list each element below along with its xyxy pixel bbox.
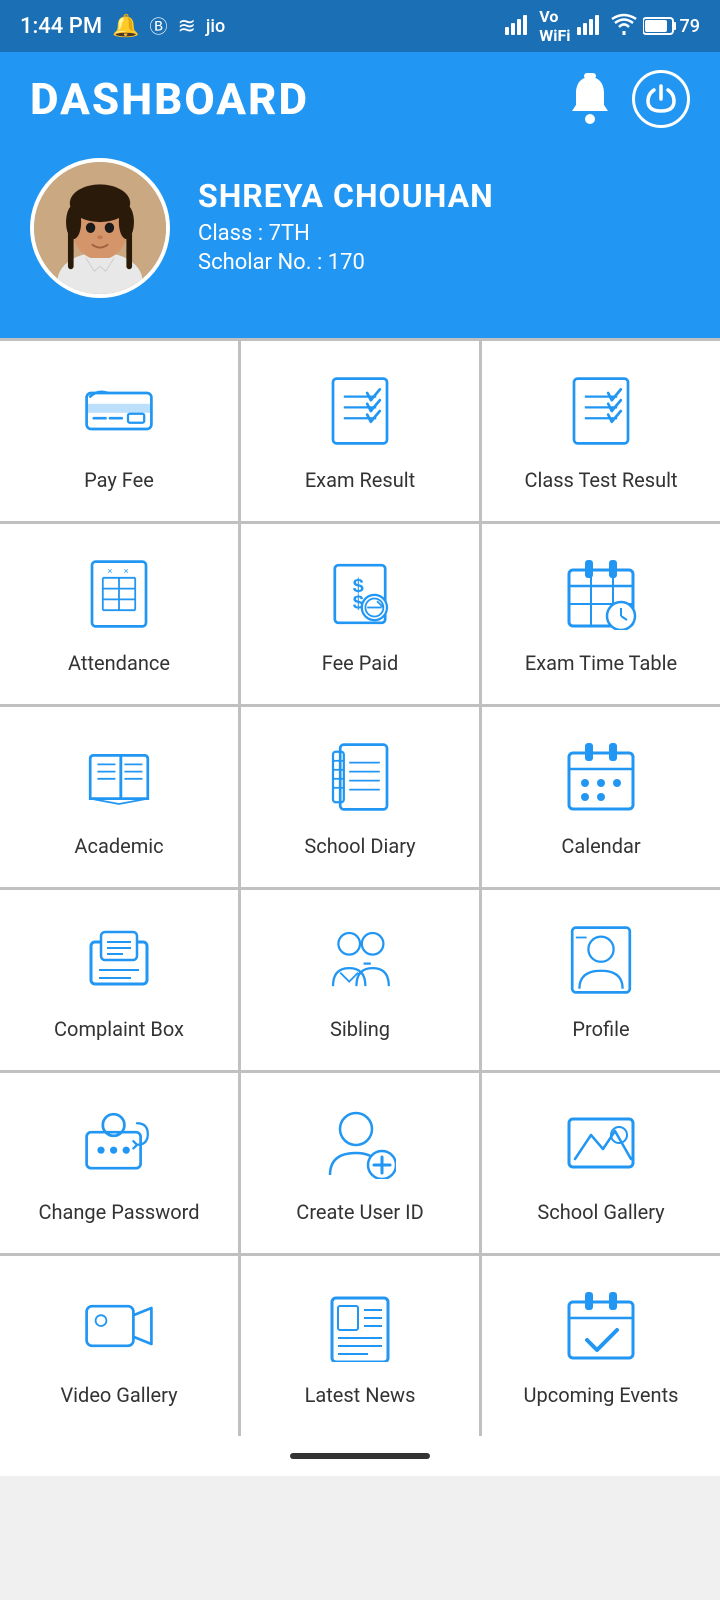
attendance-icon: × ×: [83, 558, 155, 634]
exam-result-label: Exam Result: [305, 467, 415, 493]
academic-label: Academic: [74, 833, 163, 859]
complaint-box-label: Complaint Box: [54, 1016, 184, 1042]
grid-item-exam-result[interactable]: Exam Result: [241, 341, 479, 521]
jio-icon: jio: [206, 16, 225, 37]
notification-bell-button[interactable]: [564, 73, 616, 125]
profile-scholar: Scholar No. : 170: [198, 250, 494, 275]
profile-class: Class : 7TH: [198, 221, 494, 246]
power-button[interactable]: [632, 70, 690, 128]
grid-item-academic[interactable]: Academic: [0, 707, 238, 887]
grid-item-complaint-box[interactable]: Complaint Box: [0, 890, 238, 1070]
svg-text:×: ×: [124, 566, 129, 576]
wifi-icon-2: ≋: [177, 14, 195, 39]
avatar-image: [34, 162, 166, 294]
alarm-icon: 🔔: [112, 14, 139, 39]
grid-item-calendar[interactable]: Calendar: [482, 707, 720, 887]
sibling-icon: [324, 924, 396, 1000]
change-password-icon: [83, 1107, 155, 1183]
status-right: VoWiFi 79: [505, 7, 700, 45]
bottom-bar: [0, 1436, 720, 1476]
status-left: 1:44 PM 🔔 Ⓑ ≋ jio: [20, 13, 225, 39]
grid-item-school-diary[interactable]: School Diary: [241, 707, 479, 887]
grid-item-profile[interactable]: Profile: [482, 890, 720, 1070]
sibling-label: Sibling: [330, 1016, 390, 1042]
pay-fee-label: Pay Fee: [84, 467, 154, 493]
dashboard-title: DASHBOARD: [30, 73, 309, 125]
fee-paid-label: Fee Paid: [322, 650, 399, 676]
calendar-label: Calendar: [561, 833, 640, 859]
battery-icon: 79: [643, 16, 700, 37]
calendar-icon: [565, 741, 637, 817]
class-test-result-label: Class Test Result: [524, 467, 677, 493]
video-gallery-label: Video Gallery: [60, 1382, 177, 1408]
grid-item-attendance[interactable]: × × Attendance: [0, 524, 238, 704]
time-display: 1:44 PM: [20, 14, 102, 39]
grid-item-video-gallery[interactable]: Video Gallery: [0, 1256, 238, 1436]
header: DASHBOARD: [0, 52, 720, 338]
profile-section: SHREYA CHOUHAN Class : 7TH Scholar No. :…: [30, 148, 690, 308]
home-indicator: [290, 1453, 430, 1459]
exam-time-table-label: Exam Time Table: [525, 650, 677, 676]
video-gallery-icon: [83, 1290, 155, 1366]
header-top: DASHBOARD: [30, 70, 690, 128]
pay-fee-icon: [83, 375, 155, 451]
school-gallery-label: School Gallery: [537, 1199, 664, 1225]
profile-name: SHREYA CHOUHAN: [198, 177, 494, 215]
latest-news-label: Latest News: [305, 1382, 416, 1408]
grid-item-latest-news[interactable]: Latest News: [241, 1256, 479, 1436]
school-gallery-icon: [565, 1107, 637, 1183]
school-diary-label: School Diary: [304, 833, 415, 859]
exam-result-icon: [324, 375, 396, 451]
wifi-icon: [611, 13, 637, 40]
upcoming-events-icon: [565, 1290, 637, 1366]
grid-item-pay-fee[interactable]: Pay Fee: [0, 341, 238, 521]
avatar: [30, 158, 170, 298]
signal-icon: [505, 13, 533, 40]
b-icon: Ⓑ: [149, 13, 167, 39]
profile-icon: [565, 924, 637, 1000]
attendance-label: Attendance: [68, 650, 170, 676]
grid-item-class-test-result[interactable]: Class Test Result: [482, 341, 720, 521]
upcoming-events-label: Upcoming Events: [524, 1382, 679, 1408]
fee-paid-icon: $ $: [324, 558, 396, 634]
dashboard-grid: Pay Fee Exam Result Class Test Result: [0, 338, 720, 1436]
create-user-id-label: Create User ID: [296, 1199, 423, 1225]
svg-text:×: ×: [107, 566, 112, 576]
status-bar: 1:44 PM 🔔 Ⓑ ≋ jio VoWiFi: [0, 0, 720, 52]
latest-news-icon: [324, 1290, 396, 1366]
grid-item-exam-time-table[interactable]: Exam Time Table: [482, 524, 720, 704]
grid-item-upcoming-events[interactable]: Upcoming Events: [482, 1256, 720, 1436]
complaint-box-icon: [83, 924, 155, 1000]
vowifi-icon: VoWiFi: [539, 7, 570, 45]
grid-item-school-gallery[interactable]: School Gallery: [482, 1073, 720, 1253]
signal-icon-2: [577, 13, 605, 40]
create-user-id-icon: [324, 1107, 396, 1183]
profile-label: Profile: [572, 1016, 629, 1042]
grid-item-fee-paid[interactable]: $ $ Fee Paid: [241, 524, 479, 704]
grid-item-change-password[interactable]: Change Password: [0, 1073, 238, 1253]
profile-info: SHREYA CHOUHAN Class : 7TH Scholar No. :…: [198, 177, 494, 279]
exam-time-table-icon: [565, 558, 637, 634]
academic-icon: [83, 741, 155, 817]
header-actions: [564, 70, 690, 128]
grid-item-create-user-id[interactable]: Create User ID: [241, 1073, 479, 1253]
change-password-label: Change Password: [38, 1199, 199, 1225]
school-diary-icon: [324, 741, 396, 817]
grid-item-sibling[interactable]: Sibling: [241, 890, 479, 1070]
class-test-result-icon: [565, 375, 637, 451]
